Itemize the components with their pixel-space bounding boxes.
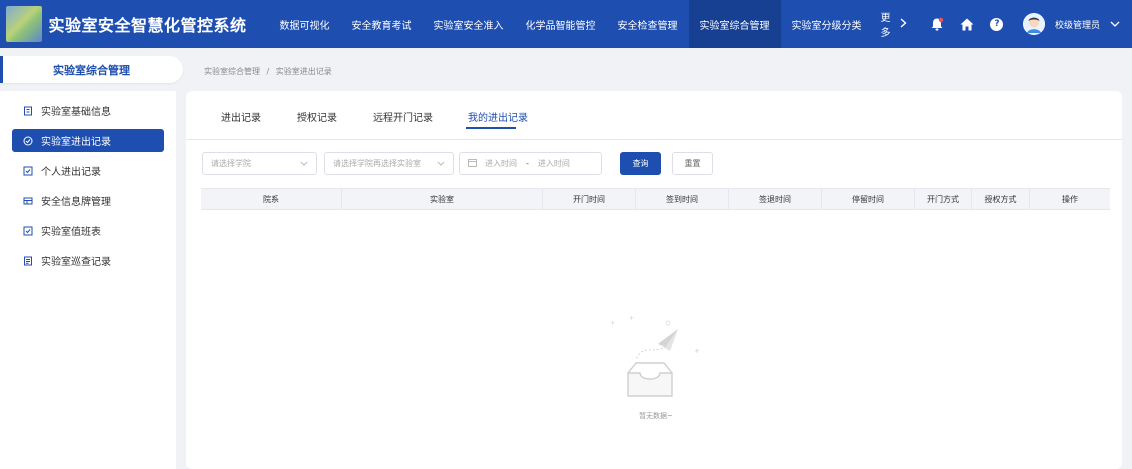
calendar-icon <box>468 158 477 169</box>
column-header-department: 院系 <box>201 189 342 209</box>
record-icon <box>22 135 33 146</box>
table-header: 院系 实验室 开门时间 签到时间 签退时间 停留时间 开门方式 授权方式 操作 <box>201 188 1110 210</box>
chevron-down-icon <box>300 159 308 168</box>
tab-remote-open-records[interactable]: 远程开门记录 <box>373 109 433 124</box>
bell-icon[interactable] <box>929 16 945 32</box>
lab-select-placeholder: 请选择学院再选择实验室 <box>333 159 421 168</box>
sidebar: 实验室基础信息 实验室进出记录 个人进出记录 安全信息牌管理 实验室值班表 实验… <box>0 91 176 469</box>
query-button[interactable]: 查询 <box>620 152 661 175</box>
home-icon[interactable] <box>959 16 975 32</box>
date-range-picker[interactable]: 进入时间 - 进入时间 <box>459 152 602 175</box>
sidebar-item-duty-roster[interactable]: 实验室值班表 <box>12 219 164 242</box>
nav-item-lab-classification[interactable]: 实验室分级分类 <box>781 0 873 48</box>
tab-access-records[interactable]: 进出记录 <box>221 109 261 124</box>
svg-text:+: + <box>629 315 634 322</box>
nav-item-safety-inspection[interactable]: 安全检查管理 <box>607 0 689 48</box>
nav-item-lab-access[interactable]: 实验室安全准入 <box>423 0 515 48</box>
active-tab-indicator <box>466 127 516 129</box>
tab-bar: 进出记录 授权记录 远程开门记录 我的进出记录 <box>186 91 1122 140</box>
sidebar-item-label: 实验室基础信息 <box>41 107 111 118</box>
nav-item-data-visualization[interactable]: 数据可视化 <box>269 0 341 48</box>
nav-item-safety-exam[interactable]: 安全教育考试 <box>341 0 423 48</box>
tab-authorization-records[interactable]: 授权记录 <box>297 109 337 124</box>
column-header-auth-method: 授权方式 <box>972 189 1030 209</box>
column-header-actions: 操作 <box>1062 194 1078 204</box>
empty-state: + + + 暂无数据~ <box>606 311 706 420</box>
svg-text:+: + <box>610 320 615 327</box>
nav-more-button[interactable]: 更多 <box>873 0 915 48</box>
sidebar-header: 实验室综合管理 <box>0 56 183 83</box>
sidebar-item-label: 实验室巡查记录 <box>41 257 111 268</box>
chevron-down-icon[interactable] <box>1110 19 1120 30</box>
building-icon <box>22 105 33 116</box>
sidebar-item-personal-records[interactable]: 个人进出记录 <box>12 159 164 182</box>
nav-item-lab-management[interactable]: 实验室综合管理 <box>688 0 781 48</box>
college-select[interactable]: 请选择学院 <box>202 152 317 175</box>
lab-select[interactable]: 请选择学院再选择实验室 <box>324 152 454 175</box>
breadcrumb-current: 实验室进出记录 <box>275 67 332 76</box>
breadcrumb: 实验室综合管理 / 实验室进出记录 <box>204 66 332 77</box>
end-time-placeholder: 进入时间 <box>537 159 570 168</box>
reset-button[interactable]: 重置 <box>672 152 713 175</box>
sidebar-item-label: 个人进出记录 <box>41 167 101 178</box>
top-right-actions: ? 校级管理员 <box>915 13 1120 35</box>
avatar[interactable] <box>1022 13 1045 35</box>
sidebar-item-patrol-records[interactable]: 实验室巡查记录 <box>12 249 164 272</box>
sidebar-item-safety-board[interactable]: 安全信息牌管理 <box>12 189 164 212</box>
sidebar-title: 实验室综合管理 <box>53 63 130 77</box>
sidebar-item-lab-access-records[interactable]: 实验室进出记录 <box>12 129 164 152</box>
document-icon <box>22 255 33 266</box>
sidebar-item-lab-basic-info[interactable]: 实验室基础信息 <box>12 99 164 122</box>
sidebar-item-label: 实验室进出记录 <box>41 137 111 148</box>
board-icon <box>22 195 33 206</box>
column-header-open-method: 开门方式 <box>915 189 972 209</box>
tab-my-access-records[interactable]: 我的进出记录 <box>468 109 528 124</box>
chevron-right-icon <box>900 17 907 31</box>
main-panel: 进出记录 授权记录 远程开门记录 我的进出记录 请选择学院 请选择学院再选择实验… <box>186 91 1122 469</box>
column-header-checkout-time: 签退时间 <box>729 189 822 209</box>
column-header-stay-time: 停留时间 <box>822 189 915 209</box>
range-separator: - <box>526 159 529 168</box>
column-header-checkin-time: 签到时间 <box>636 189 729 209</box>
chevron-down-icon <box>437 159 445 168</box>
column-header-open-time: 开门时间 <box>543 189 636 209</box>
nav-more-label: 更多 <box>880 13 891 39</box>
empty-text: 暂无数据~ <box>639 412 673 420</box>
empty-inbox-icon: + + + <box>606 315 706 409</box>
user-name[interactable]: 校级管理员 <box>1055 18 1100 31</box>
breadcrumb-separator: / <box>266 67 270 76</box>
start-time-placeholder: 进入时间 <box>485 159 517 168</box>
checklist-icon <box>22 225 33 236</box>
sidebar-item-label: 实验室值班表 <box>41 227 101 238</box>
app-logo <box>6 6 42 42</box>
top-nav: 数据可视化 安全教育考试 实验室安全准入 化学品智能管控 安全检查管理 实验室综… <box>269 0 915 48</box>
app-title: 实验室安全智慧化管控系统 <box>48 16 247 35</box>
sidebar-item-label: 安全信息牌管理 <box>41 197 111 208</box>
checklist-icon <box>22 165 33 176</box>
nav-item-chemical-control[interactable]: 化学品智能管控 <box>515 0 607 48</box>
breadcrumb-parent[interactable]: 实验室综合管理 <box>204 67 260 76</box>
top-bar: 实验室安全智慧化管控系统 数据可视化 安全教育考试 实验室安全准入 化学品智能管… <box>0 0 1132 48</box>
college-select-placeholder: 请选择学院 <box>211 159 251 168</box>
svg-text:+: + <box>694 347 700 355</box>
help-icon[interactable]: ? <box>989 16 1005 32</box>
column-header-lab: 实验室 <box>342 189 543 209</box>
